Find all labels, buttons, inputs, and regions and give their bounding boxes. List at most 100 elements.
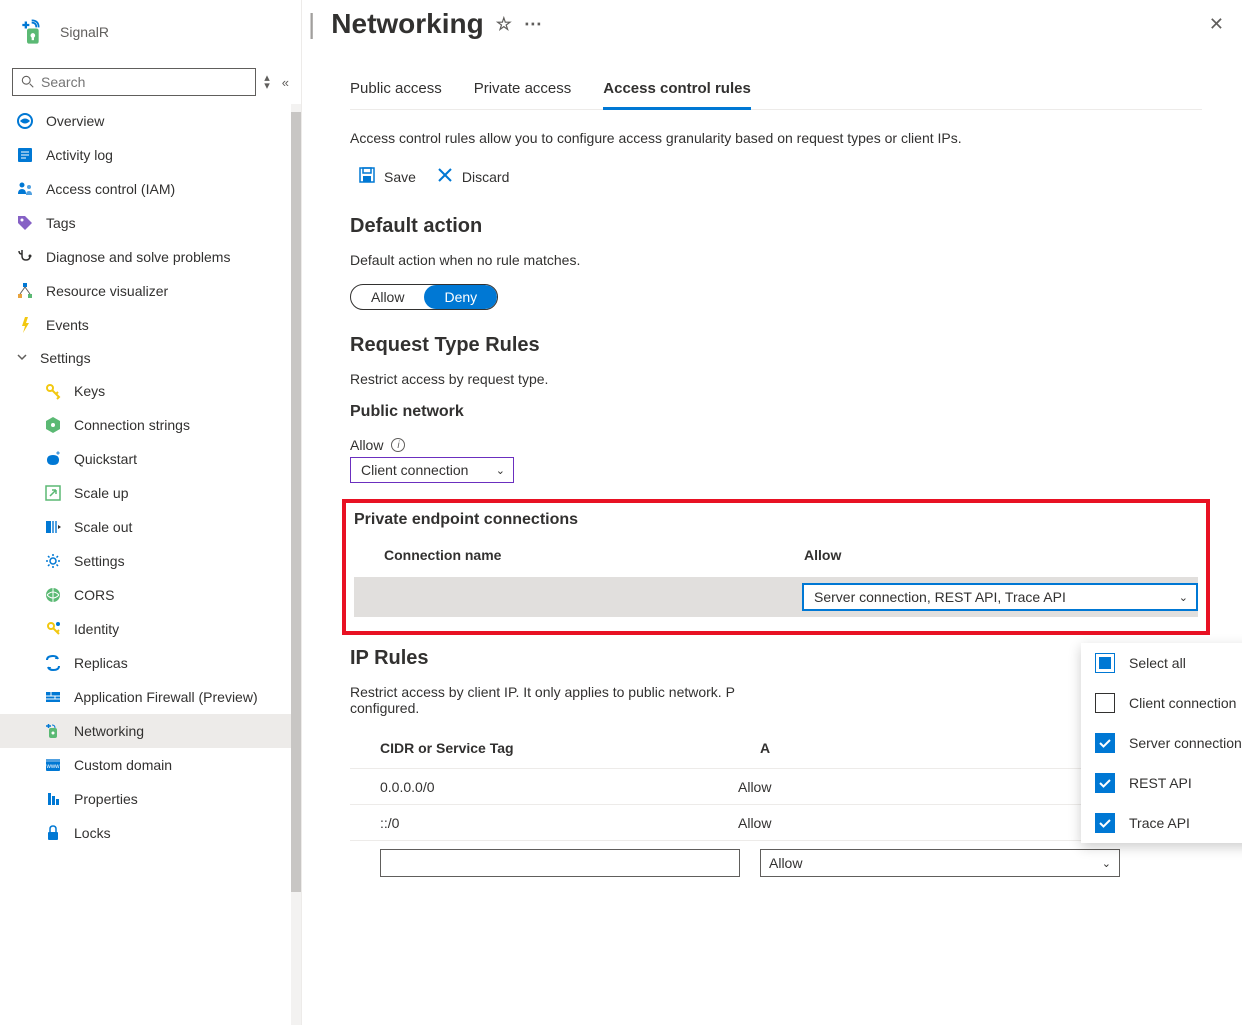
discard-button[interactable]: Discard [436,166,509,187]
option-select-all[interactable]: Select all [1081,643,1242,683]
ip-allow-value: Allow [738,779,1098,795]
replicas-icon [44,654,62,672]
default-action-toggle: Allow Deny [350,284,498,310]
properties-icon [44,790,62,808]
option-rest-api[interactable]: REST API [1081,763,1242,803]
collapse-sidebar-icon[interactable]: « [278,75,293,90]
connection-strings-icon [44,416,62,434]
request-type-heading: Request Type Rules [350,334,1202,357]
allow-label: Allow [350,437,383,453]
pe-row: Server connection, REST API, Trace API ⌄ [354,577,1198,617]
nav-networking[interactable]: Networking [0,714,291,748]
search-input[interactable] [41,74,247,90]
ip-desc-part2: configured. [350,700,419,716]
ip-header: CIDR or Service Tag A [350,732,1202,768]
discard-icon [436,166,454,187]
search-sort-icon[interactable]: ▴▾ [264,74,270,90]
ip-desc-part1: Restrict access by client IP. It only ap… [350,684,735,700]
ip-allow-value: Allow [738,815,1098,831]
nav-locks[interactable]: Locks [0,816,291,850]
tab-access-control-rules[interactable]: Access control rules [603,74,751,109]
nav-access-control[interactable]: Access control (IAM) [0,172,291,206]
nav-activity-log[interactable]: Activity log [0,138,291,172]
pe-allow-multiselect[interactable]: Server connection, REST API, Trace API ⌄ [802,583,1198,611]
more-icon[interactable]: ⋯ [524,14,542,35]
nav-overview[interactable]: Overview [0,104,291,138]
nav-label: Quickstart [74,451,137,467]
nav-events[interactable]: Events [0,308,291,342]
toolbar: Save Discard [350,166,1202,187]
nav-diagnose[interactable]: Diagnose and solve problems [0,240,291,274]
nav-label: Identity [74,621,119,637]
pe-col-name: Connection name [384,547,804,563]
dropdown-value: Client connection [361,462,468,478]
nav-cors[interactable]: CORS [0,578,291,612]
pe-col-allow: Allow [804,547,841,563]
nav-label: Events [46,317,89,333]
pill-deny[interactable]: Deny [424,285,497,309]
option-trace-api[interactable]: Trace API [1081,803,1242,843]
tab-private-access[interactable]: Private access [474,74,572,109]
nav-app-firewall[interactable]: Application Firewall (Preview) [0,680,291,714]
tabs: Public access Private access Access cont… [350,74,1202,110]
quickstart-icon [44,450,62,468]
cidr-input[interactable] [380,849,740,877]
nav-identity[interactable]: Identity [0,612,291,646]
nav-scale-out[interactable]: Scale out [0,510,291,544]
nav-label: Application Firewall (Preview) [74,689,258,705]
save-button[interactable]: Save [358,166,416,187]
info-icon[interactable]: i [391,438,405,452]
ip-row-new: Allow ⌄ [350,840,1202,885]
nav-settings-item[interactable]: Settings [0,544,291,578]
nav-label: Keys [74,383,105,399]
nav-label: Custom domain [74,757,172,773]
star-icon[interactable]: ☆ [496,14,512,35]
sidebar-scrollbar[interactable] [291,104,301,1025]
nav-connection-strings[interactable]: Connection strings [0,408,291,442]
nav-label: Access control (IAM) [46,181,175,197]
ip-col-allow: A [760,740,770,756]
nav-resource-visualizer[interactable]: Resource visualizer [0,274,291,308]
overview-icon [16,112,34,130]
firewall-icon [44,688,62,706]
nav-label: Networking [74,723,144,739]
option-label: Select all [1129,655,1186,671]
nav-settings-group[interactable]: Settings [0,342,291,374]
ip-col-cidr: CIDR or Service Tag [380,740,760,756]
nav-label: CORS [74,587,114,603]
default-action-heading: Default action [350,215,1202,238]
search-icon [21,75,35,89]
nav-replicas[interactable]: Replicas [0,646,291,680]
nav-tags[interactable]: Tags [0,206,291,240]
nav-label: Resource visualizer [46,283,168,299]
option-server-connection[interactable]: Server connection [1081,723,1242,763]
scrollbar-thumb[interactable] [291,112,301,892]
nav-label: Activity log [46,147,113,163]
allow-label-row: Allow i [350,437,1202,453]
activity-log-icon [16,146,34,164]
nav-label: Settings [74,553,125,569]
ip-cidr-value: 0.0.0.0/0 [358,779,738,795]
allow-dropdown[interactable]: Allow ⌄ [760,849,1120,877]
public-allow-dropdown[interactable]: Client connection ⌄ [350,457,514,483]
search-box[interactable] [12,68,256,96]
allow-dropdown-value: Allow [769,855,802,871]
nav-properties[interactable]: Properties [0,782,291,816]
lock-icon [44,824,62,842]
main-content: | Networking ☆ ⋯ ✕ Public access Private… [302,0,1242,1025]
nav-label: Settings [40,350,91,366]
page-title-text: Networking [331,8,483,40]
nav-label: Scale out [74,519,132,535]
nav-keys[interactable]: Keys [0,374,291,408]
close-icon[interactable]: ✕ [1209,14,1224,35]
option-client-connection[interactable]: Client connection [1081,683,1242,723]
nav-scale-up[interactable]: Scale up [0,476,291,510]
cors-icon [44,586,62,604]
rules-description: Access control rules allow you to config… [350,130,1202,146]
pill-allow[interactable]: Allow [351,285,424,309]
ip-row: 0.0.0.0/0 Allow ••• [350,768,1202,804]
tab-public-access[interactable]: Public access [350,74,442,109]
nav-custom-domain[interactable]: www Custom domain [0,748,291,782]
search-row: ▴▾ « [0,64,301,104]
nav-quickstart[interactable]: Quickstart [0,442,291,476]
